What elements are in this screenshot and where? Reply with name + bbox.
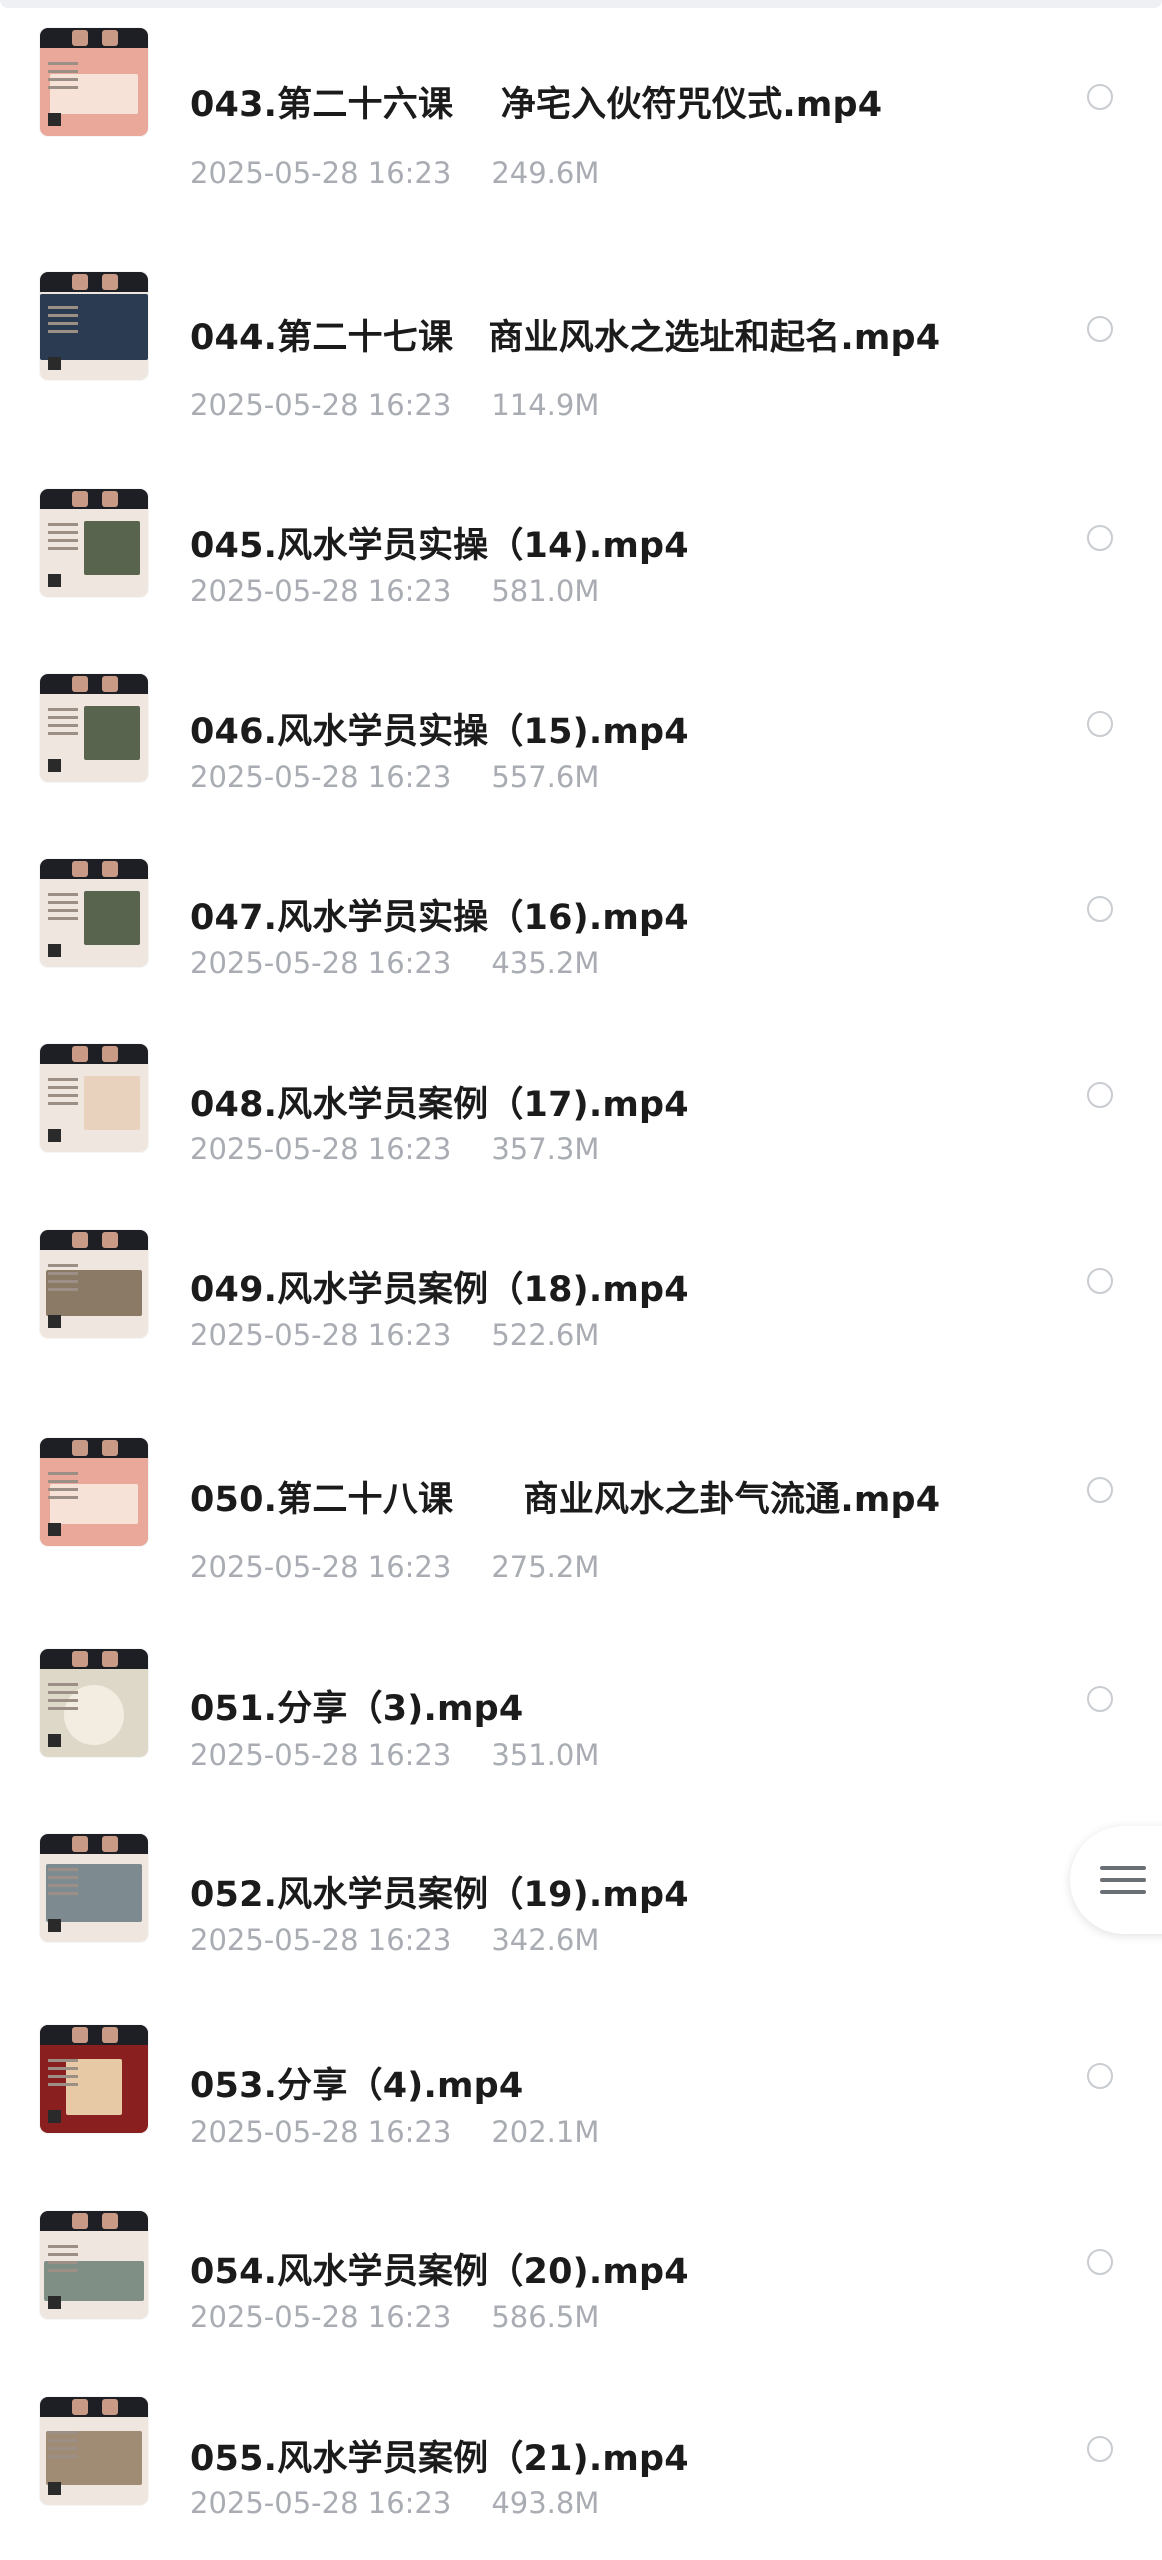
file-name[interactable]: 046.风水学员实操（15).mp4: [190, 703, 689, 754]
video-thumbnail[interactable]: [40, 2025, 148, 2133]
file-date: 2025-05-28 16:23: [190, 760, 452, 794]
radio-circle-icon[interactable]: [1087, 84, 1113, 110]
file-size: 342.6M: [491, 1923, 600, 1957]
file-date: 2025-05-28 16:23: [190, 388, 452, 422]
file-date: 2025-05-28 16:23: [190, 2486, 452, 2520]
video-thumbnail[interactable]: [40, 1834, 148, 1942]
radio-circle-icon[interactable]: [1087, 1268, 1113, 1294]
file-name[interactable]: 053.分享（4).mp4: [190, 2057, 523, 2108]
video-thumbnail[interactable]: [40, 272, 148, 380]
video-thumbnail[interactable]: [40, 28, 148, 136]
file-date: 2025-05-28 16:23: [190, 946, 452, 980]
file-date: 2025-05-28 16:23: [190, 2300, 452, 2334]
file-date: 2025-05-28 16:23: [190, 2115, 452, 2149]
file-name[interactable]: 050.第二十八课 商业风水之卦气流通.mp4: [190, 1471, 940, 1522]
file-size: 351.0M: [491, 1738, 600, 1772]
file-size: 202.1M: [491, 2115, 600, 2149]
file-date: 2025-05-28 16:23: [190, 574, 452, 608]
video-thumbnail[interactable]: [40, 859, 148, 967]
file-meta: 2025-05-28 16:23 581.0M: [190, 574, 599, 608]
file-meta: 2025-05-28 16:23 275.2M: [190, 1550, 599, 1584]
file-size: 249.6M: [491, 156, 600, 190]
video-thumbnail[interactable]: [40, 1649, 148, 1757]
video-thumbnail[interactable]: [40, 2211, 148, 2319]
file-name[interactable]: 043.第二十六课 净宅入伙符咒仪式.mp4: [190, 76, 882, 127]
file-meta: 2025-05-28 16:23 493.8M: [190, 2486, 599, 2520]
file-date: 2025-05-28 16:23: [190, 1923, 452, 1957]
file-meta: 2025-05-28 16:23 249.6M: [190, 156, 599, 190]
file-meta: 2025-05-28 16:23 586.5M: [190, 2300, 599, 2334]
file-size: 357.3M: [491, 1132, 600, 1166]
file-meta: 2025-05-28 16:23 357.3M: [190, 1132, 599, 1166]
file-size: 581.0M: [491, 574, 600, 608]
file-name[interactable]: 045.风水学员实操（14).mp4: [190, 517, 689, 568]
file-date: 2025-05-28 16:23: [190, 156, 452, 190]
video-thumbnail[interactable]: [40, 2397, 148, 2505]
file-size: 493.8M: [491, 2486, 600, 2520]
file-size: 557.6M: [491, 760, 600, 794]
file-meta: 2025-05-28 16:23 522.6M: [190, 1318, 599, 1352]
file-meta: 2025-05-28 16:23 351.0M: [190, 1738, 599, 1772]
video-thumbnail[interactable]: [40, 1230, 148, 1338]
file-name[interactable]: 048.风水学员案例（17).mp4: [190, 1076, 689, 1127]
file-name[interactable]: 049.风水学员案例（18).mp4: [190, 1261, 689, 1312]
file-date: 2025-05-28 16:23: [190, 1132, 452, 1166]
file-size: 586.5M: [491, 2300, 600, 2334]
file-name[interactable]: 055.风水学员案例（21).mp4: [190, 2430, 689, 2481]
file-date: 2025-05-28 16:23: [190, 1318, 452, 1352]
file-size: 435.2M: [491, 946, 600, 980]
file-meta: 2025-05-28 16:23 435.2M: [190, 946, 599, 980]
file-list: 043.第二十六课 净宅入伙符咒仪式.mp4 2025-05-28 16:23 24…: [0, 0, 1162, 2560]
file-name[interactable]: 054.风水学员案例（20).mp4: [190, 2243, 689, 2294]
file-size: 522.6M: [491, 1318, 600, 1352]
radio-circle-icon[interactable]: [1087, 316, 1113, 342]
file-meta: 2025-05-28 16:23 202.1M: [190, 2115, 599, 2149]
file-size: 114.9M: [491, 388, 600, 422]
file-size: 275.2M: [491, 1550, 600, 1584]
video-thumbnail[interactable]: [40, 489, 148, 597]
radio-circle-icon[interactable]: [1087, 2436, 1113, 2462]
radio-circle-icon[interactable]: [1087, 2063, 1113, 2089]
file-name[interactable]: 051.分享（3).mp4: [190, 1680, 523, 1731]
file-meta: 2025-05-28 16:23 557.6M: [190, 760, 599, 794]
file-name[interactable]: 047.风水学员实操（16).mp4: [190, 889, 689, 940]
menu-lines-icon: [1100, 1866, 1146, 1870]
radio-circle-icon[interactable]: [1087, 711, 1113, 737]
file-date: 2025-05-28 16:23: [190, 1738, 452, 1772]
radio-circle-icon[interactable]: [1087, 1082, 1113, 1108]
radio-circle-icon[interactable]: [1087, 525, 1113, 551]
radio-circle-icon[interactable]: [1087, 1686, 1113, 1712]
file-meta: 2025-05-28 16:23 114.9M: [190, 388, 599, 422]
video-thumbnail[interactable]: [40, 674, 148, 782]
radio-circle-icon[interactable]: [1087, 896, 1113, 922]
file-name[interactable]: 052.风水学员案例（19).mp4: [190, 1866, 689, 1917]
video-thumbnail[interactable]: [40, 1438, 148, 1546]
file-meta: 2025-05-28 16:23 342.6M: [190, 1923, 599, 1957]
radio-circle-icon[interactable]: [1087, 1477, 1113, 1503]
radio-circle-icon[interactable]: [1087, 2249, 1113, 2275]
file-name[interactable]: 044.第二十七课 商业风水之选址和起名.mp4: [190, 309, 940, 360]
file-date: 2025-05-28 16:23: [190, 1550, 452, 1584]
video-thumbnail[interactable]: [40, 1044, 148, 1152]
